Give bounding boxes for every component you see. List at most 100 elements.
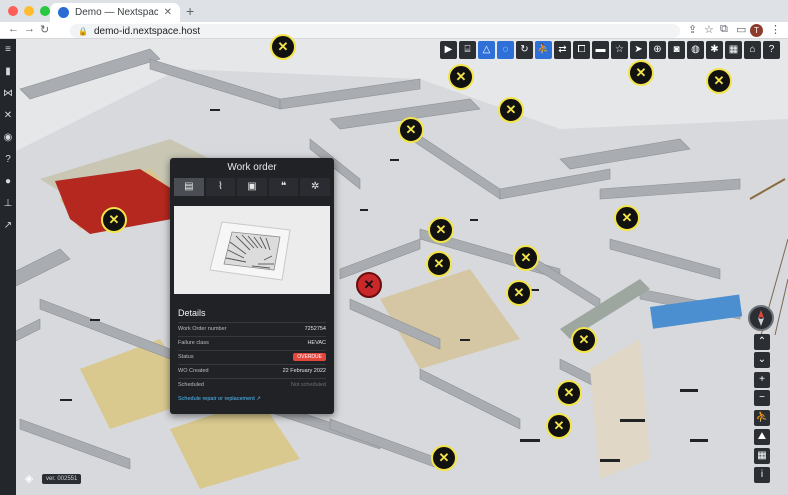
work-order-marker[interactable]: ✕ bbox=[498, 97, 524, 123]
browser-tab[interactable]: Demo — Nextspace Navigator ✕ bbox=[50, 3, 180, 22]
work-order-marker[interactable]: ✕ bbox=[431, 445, 457, 471]
url-bar[interactable]: 🔒 demo-id.nextspace.host bbox=[70, 24, 680, 38]
detail-value: HEVAC bbox=[307, 339, 326, 346]
app: Demo — Nextspace Navigator ✕ + ← → ↻ 🔒 d… bbox=[0, 0, 788, 495]
sidepanel-icon[interactable]: ▭ bbox=[736, 23, 746, 36]
work-order-marker[interactable]: ✕ bbox=[614, 205, 640, 231]
tools-icon[interactable]: ✕ bbox=[0, 109, 16, 123]
tab-close-icon[interactable]: ✕ bbox=[164, 7, 172, 18]
tab-comments-icon[interactable]: ❝ bbox=[268, 178, 299, 196]
share-icon[interactable]: ⇪ bbox=[688, 23, 697, 36]
maximize-window-button[interactable] bbox=[40, 6, 50, 16]
home-icon[interactable]: ⌂ bbox=[744, 41, 761, 59]
work-order-marker[interactable]: ✕ bbox=[101, 207, 127, 233]
profile-avatar[interactable]: T bbox=[750, 24, 763, 37]
work-order-marker[interactable]: ✕ bbox=[398, 117, 424, 143]
zoom-in-icon[interactable]: + bbox=[754, 372, 770, 388]
settings-icon[interactable]: ✱ bbox=[706, 41, 723, 59]
terrain-icon[interactable]: ⛰ bbox=[754, 429, 770, 445]
detail-row-wo-number: Work Order number 7252754 bbox=[178, 322, 326, 334]
work-order-marker[interactable]: ✕ bbox=[506, 280, 532, 306]
globe-icon[interactable]: ◍ bbox=[687, 41, 704, 59]
forward-icon[interactable]: → bbox=[24, 23, 35, 35]
detail-row-status: Status OVERDUE bbox=[178, 350, 326, 362]
new-tab-icon[interactable]: + bbox=[186, 3, 194, 19]
tilt-down-icon[interactable]: ⌄ bbox=[754, 352, 770, 368]
reload-icon[interactable]: ↻ bbox=[40, 23, 49, 36]
minimize-window-button[interactable] bbox=[24, 6, 34, 16]
easel-icon[interactable]: ⌸ bbox=[459, 41, 476, 59]
vent-image bbox=[174, 206, 330, 294]
detail-key: Scheduled bbox=[178, 381, 204, 388]
layers-icon[interactable]: ◈ bbox=[22, 472, 36, 486]
walk-icon[interactable]: ⛹ bbox=[535, 41, 552, 59]
work-order-marker[interactable]: ✕ bbox=[556, 380, 582, 406]
tab-archive-icon[interactable]: ▣ bbox=[237, 178, 267, 196]
tab-attachments-icon[interactable]: ⌇ bbox=[205, 178, 236, 196]
stamp-icon[interactable]: ⊥ bbox=[0, 197, 16, 211]
compass-icon[interactable] bbox=[748, 305, 774, 331]
tab-settings-icon[interactable]: ✲ bbox=[300, 178, 330, 196]
work-order-marker[interactable]: ✕ bbox=[513, 245, 539, 271]
extensions-icon[interactable]: ⧉ bbox=[720, 23, 728, 36]
browser-tab-bar: Demo — Nextspace Navigator ✕ + bbox=[0, 0, 788, 22]
triangle-icon[interactable]: △ bbox=[478, 41, 495, 59]
work-order-marker[interactable]: ✕ bbox=[546, 413, 572, 439]
3d-viewport[interactable] bbox=[0, 39, 788, 495]
back-icon[interactable]: ← bbox=[8, 23, 19, 35]
work-order-marker[interactable]: ✕ bbox=[426, 251, 452, 277]
browser-menu-icon[interactable]: ⋮ bbox=[770, 23, 781, 36]
top-toolbar: ▶ ⌸ △ ◌ ↻ ⛹ ⇄ ⧠ ▬ ☆ ➤ ⊕ ◙ ◍ ✱ ▦ ⌂ ? bbox=[440, 41, 780, 61]
crop-icon[interactable]: ⧠ bbox=[573, 41, 590, 59]
work-order-marker[interactable]: ✕ bbox=[628, 60, 654, 86]
work-order-marker[interactable]: ✕ bbox=[448, 64, 474, 90]
info-icon[interactable]: i bbox=[754, 467, 770, 483]
status-badge: OVERDUE bbox=[293, 352, 326, 361]
menu-icon[interactable]: ≡ bbox=[0, 43, 16, 57]
window-controls bbox=[8, 6, 50, 16]
help-icon[interactable]: ? bbox=[763, 41, 780, 59]
panel-title: Work order bbox=[227, 162, 277, 173]
asset-photo bbox=[174, 206, 330, 294]
tab-title: Demo — Nextspace Navigator bbox=[75, 7, 158, 18]
work-order-marker[interactable]: ✕ bbox=[571, 327, 597, 353]
work-order-marker[interactable]: ✕ bbox=[270, 34, 296, 60]
person-icon[interactable]: ● bbox=[0, 175, 16, 189]
work-order-marker[interactable]: ✕ bbox=[706, 68, 732, 94]
detail-row-failure-class: Failure class HEVAC bbox=[178, 336, 326, 348]
pointer-icon[interactable]: ➤ bbox=[630, 41, 647, 59]
swap-icon[interactable]: ⇄ bbox=[554, 41, 571, 59]
details-heading: Details bbox=[178, 308, 206, 318]
keyboard-icon[interactable]: ▦ bbox=[725, 41, 742, 59]
bookmark-star-icon[interactable]: ☆ bbox=[704, 23, 714, 36]
map-layers-icon[interactable]: ▦ bbox=[754, 448, 770, 464]
tilt-up-icon[interactable]: ⌃ bbox=[754, 334, 770, 350]
tab-details-icon[interactable]: ▤ bbox=[174, 178, 204, 196]
share-nodes-icon[interactable]: ⋈ bbox=[0, 87, 16, 101]
left-sidebar: ≡ ▮ ⋈ ✕ ◉ ? ● ⊥ ↗ bbox=[0, 39, 16, 495]
close-window-button[interactable] bbox=[8, 6, 18, 16]
external-link-icon[interactable]: ↗ bbox=[0, 219, 16, 233]
footer: ◈ ver. 002551 bbox=[22, 472, 82, 486]
circle-icon[interactable]: ◌ bbox=[497, 41, 514, 59]
zoom-icon[interactable]: ⊕ bbox=[649, 41, 666, 59]
work-order-marker[interactable]: ✕ bbox=[428, 217, 454, 243]
detail-value: 7252754 bbox=[304, 325, 326, 332]
detail-key: Work Order number bbox=[178, 325, 227, 332]
detail-value: 22 February 2022 bbox=[282, 367, 326, 374]
browser-address-bar: ← → ↻ 🔒 demo-id.nextspace.host ⇪ ☆ ⧉ ▭ T… bbox=[0, 22, 788, 39]
star-icon[interactable]: ☆ bbox=[611, 41, 628, 59]
camera-icon[interactable]: ◙ bbox=[668, 41, 685, 59]
walk-mode-icon[interactable]: ⛹ bbox=[754, 410, 770, 426]
favicon-icon bbox=[58, 7, 69, 18]
rotate-icon[interactable]: ↻ bbox=[516, 41, 533, 59]
ruler-icon[interactable]: ▬ bbox=[592, 41, 609, 59]
schedule-repair-link[interactable]: Schedule repair or replacement ↗ bbox=[178, 396, 261, 402]
location-pin-icon[interactable]: ◉ bbox=[0, 131, 16, 145]
play-icon[interactable]: ▶ bbox=[440, 41, 457, 59]
zoom-out-icon[interactable]: − bbox=[754, 390, 770, 406]
bookmark-icon[interactable]: ▮ bbox=[0, 65, 16, 79]
overdue-work-order-marker[interactable]: ✕ bbox=[356, 272, 382, 298]
help-circle-icon[interactable]: ? bbox=[0, 153, 16, 167]
detail-row-created: WO Created 22 February 2022 bbox=[178, 364, 326, 376]
